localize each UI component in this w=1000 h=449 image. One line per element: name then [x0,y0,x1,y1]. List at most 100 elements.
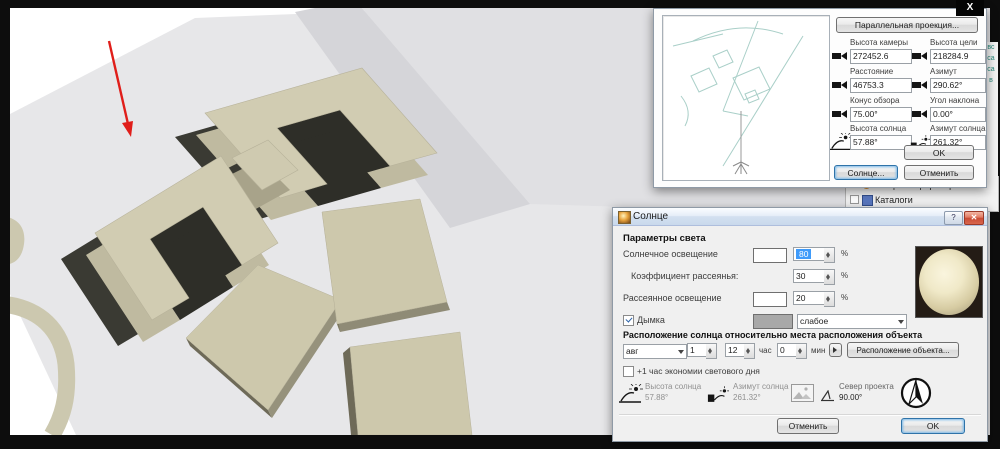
spin-buttons-icon[interactable] [706,343,717,359]
distance-icon [832,79,848,91]
sun-azimuth-label: Азимут солнца [733,382,788,391]
azimuth-label: Азимут [930,67,957,76]
sun-altitude-icon [830,133,852,151]
sun-light-value: 80 [796,249,811,259]
chevron-down-icon [678,350,684,357]
sun-altitude-value: 57.88° [645,393,668,402]
hour-spinner[interactable]: 12 [725,343,755,357]
sun-altitude-icon [619,384,643,404]
ok-button[interactable]: OK [901,418,965,434]
parallel-projection-button[interactable]: Параллельная проекция... [836,17,978,33]
tree-symbol [733,160,749,174]
position-section-header: Расположение солнца относительно места р… [623,330,922,340]
azimuth-field[interactable]: 290.62° [930,78,986,93]
scatter-label: Коэффициент рассеянья: [631,271,738,281]
north-value: 90.00° [839,393,862,402]
tilt-angle-icon [912,108,928,120]
target-height-field[interactable]: 218284.9 [930,49,986,64]
sun-dialog[interactable]: Солнце ? ✕ Параметры света Солнечное осв… [612,207,988,442]
tilt-angle-label: Угол наклона [930,96,979,105]
cancel-button[interactable]: Отменить [777,418,839,434]
ok-button[interactable]: OK [904,145,974,160]
sun-dialog-title: Солнце [633,211,668,222]
north-label: Север проекта [839,382,894,391]
distance-field[interactable]: 46753.3 [850,78,912,93]
sun-altitude-label: Высота солнца [645,382,701,391]
material-preview [915,246,983,318]
sun-altitude-field[interactable]: 57.88° [850,135,912,150]
sun-dialog-titlebar[interactable]: Солнце ? ✕ [613,208,987,226]
minute-unit-label: мин [811,346,825,355]
scatter-spinner[interactable]: 30 [793,269,835,283]
sun-light-label: Солнечное освещение [623,249,718,259]
view-cone-field[interactable]: 75.00° [850,107,912,122]
camera-height-label: Высота камеры [850,38,908,47]
hour-value: 12 [725,343,745,357]
play-icon [833,347,840,353]
haze-level-value: слабое [800,316,828,326]
cancel-button[interactable]: Отменить [904,165,974,180]
haze-level-dropdown[interactable]: слабое [797,314,907,329]
spin-buttons-icon[interactable] [744,343,755,359]
sun-azimuth-icon [707,386,729,404]
sun-dialog-open-button[interactable]: Солнце... [834,165,898,180]
day-value: 1 [687,343,707,357]
expander-icon[interactable] [850,195,859,204]
azimuth-icon [912,79,928,91]
tree-item-catalogs[interactable]: Каталоги [846,193,998,207]
frame-close-button[interactable]: X [956,0,984,16]
sun-dialog-icon [618,211,631,224]
minute-spinner[interactable]: 0 [777,343,807,357]
sun-light-spinner[interactable]: 80 [793,247,835,261]
target-height-icon [912,50,928,62]
camera-height-field[interactable]: 272452.6 [850,49,912,64]
folder-icon [862,195,873,206]
camera-height-icon [832,50,848,62]
ambient-color-swatch[interactable] [753,292,787,307]
spin-buttons-icon[interactable] [824,291,835,307]
tilt-angle-field[interactable]: 0.00° [930,107,986,122]
dst-label: +1 час экономии светового дня [637,366,760,376]
ambient-value: 20 [793,291,825,305]
hour-unit-label: час [759,346,772,355]
minute-value: 0 [777,343,797,357]
dst-checkbox[interactable] [623,366,634,377]
now-button[interactable] [829,343,842,357]
preview-sphere [919,249,980,315]
month-dropdown[interactable]: авг [623,344,687,359]
light-section-header: Параметры света [623,233,706,244]
slab-bottom [343,332,472,435]
month-value: авг [626,346,638,356]
haze-color-swatch[interactable] [753,314,793,329]
image-thumbnail-icon[interactable] [791,384,814,402]
haze-checkbox[interactable] [623,315,634,326]
target-height-label: Высота цели [930,38,978,47]
chevron-down-icon [898,320,904,327]
close-icon[interactable]: ✕ [964,211,984,225]
ambient-label: Рассеянное освещение [623,293,722,303]
road-band [10,304,67,435]
divider [619,414,981,416]
view-cone-label: Конус обзора [850,96,899,105]
plan-preview[interactable] [662,15,830,181]
percent-label-2: % [841,271,848,280]
help-button[interactable]: ? [944,211,963,225]
percent-label-3: % [841,293,848,302]
distance-label: Расстояние [850,67,893,76]
sun-light-color-swatch[interactable] [753,248,787,263]
north-angle-icon [821,390,835,402]
sun-azimuth-value: 261.32° [733,393,761,402]
ambient-spinner[interactable]: 20 [793,291,835,305]
spin-buttons-icon[interactable] [796,343,807,359]
haze-label: Дымка [637,315,665,325]
scatter-value: 30 [793,269,825,283]
spin-buttons-icon[interactable] [824,247,835,263]
percent-label-1: % [841,249,848,258]
object-location-button[interactable]: Расположение объекта... [847,342,959,358]
sun-azimuth-label: Азимут солнца [930,124,985,133]
sun-altitude-label: Высота солнца [850,124,906,133]
camera-settings-dialog[interactable]: Параллельная проекция... Высота камеры 2… [653,8,987,188]
day-spinner[interactable]: 1 [687,343,717,357]
view-cone-icon [832,108,848,120]
spin-buttons-icon[interactable] [824,269,835,285]
